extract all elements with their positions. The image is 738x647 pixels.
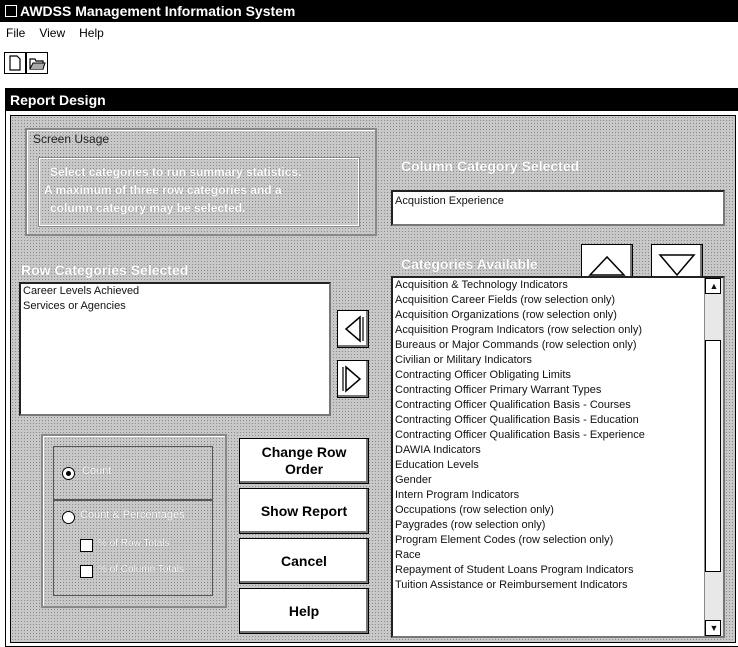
col-totals-checkbox[interactable]	[80, 565, 93, 578]
row-category-item[interactable]: Services or Agencies	[21, 299, 329, 314]
category-item[interactable]: Race	[393, 548, 723, 563]
report-design-window: Report Design Screen Usage Select catego…	[5, 88, 738, 647]
categories-available-label: Categories Available	[401, 256, 538, 272]
app-title-bar: AWDSS Management Information System	[0, 0, 738, 22]
category-item[interactable]: Bureaus or Major Commands (row selection…	[393, 338, 723, 353]
left-triangle-icon	[344, 315, 364, 343]
show-report-label: Show Report	[260, 503, 348, 519]
menu-file[interactable]: File	[6, 26, 25, 40]
category-item[interactable]: Contracting Officer Qualification Basis …	[393, 398, 723, 413]
category-item[interactable]: Gender	[393, 473, 723, 488]
cancel-label: Cancel	[281, 553, 327, 569]
category-item[interactable]: Education Levels	[393, 458, 723, 473]
screen-usage-line3: column category may be selected.	[50, 201, 246, 215]
row-categories-list[interactable]: Career Levels Achieved Services or Agenc…	[19, 282, 331, 416]
screen-usage-label: Screen Usage	[33, 132, 110, 146]
change-row-order-line1: Change Row	[261, 444, 347, 460]
add-row-button[interactable]	[337, 360, 369, 398]
category-item[interactable]: Civilian or Military Indicators	[393, 353, 723, 368]
category-item[interactable]: Paygrades (row selection only)	[393, 518, 723, 533]
category-item[interactable]: Occupations (row selection only)	[393, 503, 723, 518]
col-totals-label: % of Column Totals	[98, 564, 184, 575]
window-title: Report Design	[10, 92, 106, 108]
category-item[interactable]: Acquisition & Technology Indicators	[393, 278, 723, 293]
new-document-button[interactable]	[4, 52, 26, 74]
open-folder-icon	[29, 58, 46, 70]
change-row-order-line2: Order	[284, 461, 324, 477]
column-category-label: Column Category Selected	[401, 158, 580, 174]
category-item[interactable]: Acquisition Career Fields (row selection…	[393, 293, 723, 308]
screen-usage-box: Select categories to run summary statist…	[38, 157, 360, 227]
category-item[interactable]: Contracting Officer Qualification Basis …	[393, 428, 723, 443]
help-label: Help	[288, 603, 320, 619]
options-panel: Count Count & Percentages % of Row Total…	[41, 434, 227, 608]
column-category-value: Acquistion Experience	[395, 195, 504, 207]
new-document-icon	[9, 55, 21, 71]
row-category-item[interactable]: Career Levels Achieved	[21, 284, 329, 299]
category-item[interactable]: DAWIA Indicators	[393, 443, 723, 458]
category-item[interactable]: Intern Program Indicators	[393, 488, 723, 503]
scroll-up-arrow[interactable]: ▲	[705, 278, 721, 294]
menu-view[interactable]: View	[39, 26, 65, 40]
show-report-button[interactable]: Show Report	[239, 488, 369, 534]
row-categories-label: Row Categories Selected	[21, 262, 189, 278]
category-item[interactable]: Contracting Officer Qualification Basis …	[393, 413, 723, 428]
category-item[interactable]: Tuition Assistance or Reimbursement Indi…	[393, 578, 723, 593]
row-totals-label: % of Row Totals	[98, 538, 170, 549]
scroll-down-arrow[interactable]: ▼	[705, 620, 721, 636]
categories-scrollbar[interactable]: ▲ ▼	[704, 278, 723, 636]
column-category-field[interactable]: Acquistion Experience	[391, 190, 725, 226]
menu-help[interactable]: Help	[79, 26, 104, 40]
menu-bar: File View Help	[0, 22, 738, 44]
help-button[interactable]: Help	[239, 588, 369, 634]
categories-available-list[interactable]: Acquisition & Technology Indicators Acqu…	[391, 276, 725, 638]
change-row-order-button[interactable]: Change Row Order	[239, 438, 369, 484]
scroll-thumb[interactable]	[705, 340, 721, 572]
window-title-bar: Report Design	[6, 89, 738, 111]
open-folder-button[interactable]	[26, 52, 48, 74]
count-radio[interactable]	[62, 467, 75, 480]
report-design-client: Screen Usage Select categories to run su…	[10, 115, 736, 643]
right-triangle-icon	[342, 365, 362, 393]
app-title: AWDSS Management Information System	[20, 3, 296, 19]
row-totals-checkbox[interactable]	[80, 539, 93, 552]
screen-usage-line1: Select categories to run summary statist…	[50, 165, 302, 179]
category-item[interactable]: Acquisition Program Indicators (row sele…	[393, 323, 723, 338]
remove-row-button[interactable]	[337, 310, 369, 348]
count-percent-option-box: Count & Percentages % of Row Totals % of…	[53, 500, 213, 596]
count-percent-label: Count & Percentages	[80, 509, 185, 521]
category-item[interactable]: Repayment of Student Loans Program Indic…	[393, 563, 723, 578]
category-item[interactable]: Program Element Codes (row selection onl…	[393, 533, 723, 548]
screen-usage-panel: Screen Usage Select categories to run su…	[25, 128, 377, 236]
app-icon	[5, 5, 17, 17]
category-item[interactable]: Acquisition Organizations (row selection…	[393, 308, 723, 323]
cancel-button[interactable]: Cancel	[239, 538, 369, 584]
screen-usage-line2: A maximum of three row categories and a	[44, 183, 282, 197]
toolbar	[0, 44, 738, 88]
count-option-box: Count	[53, 446, 213, 500]
count-label: Count	[82, 465, 112, 477]
count-percent-radio[interactable]	[62, 511, 75, 524]
category-item[interactable]: Contracting Officer Primary Warrant Type…	[393, 383, 723, 398]
category-item[interactable]: Contracting Officer Obligating Limits	[393, 368, 723, 383]
